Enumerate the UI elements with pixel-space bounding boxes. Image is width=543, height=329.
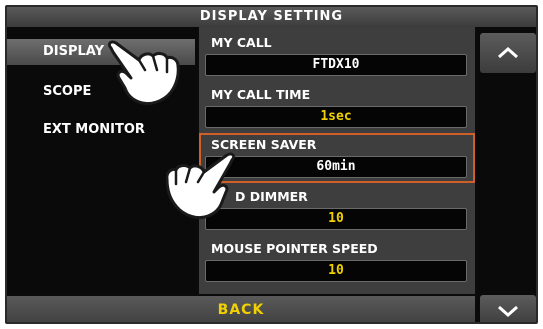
setting-value[interactable]: 1sec	[205, 106, 467, 128]
setting-my-call-time[interactable]: MY CALL TIME 1sec	[199, 85, 475, 135]
scroll-down-button[interactable]	[480, 295, 536, 322]
chevron-up-icon	[498, 47, 518, 59]
setting-value[interactable]: 60min	[205, 156, 467, 178]
setting-screen-saver[interactable]: SCREEN SAVER 60min	[199, 133, 475, 183]
back-button[interactable]: BACK	[7, 296, 475, 322]
setting-label: MOUSE POINTER SPEED	[211, 241, 378, 256]
pointing-hand-icon	[166, 152, 236, 220]
page-title: DISPLAY SETTING	[7, 7, 536, 27]
scroll-up-button[interactable]	[480, 33, 536, 73]
setting-value[interactable]: FTDX10	[205, 54, 467, 76]
setting-my-call[interactable]: MY CALL FTDX10	[199, 33, 475, 83]
setting-dimmer[interactable]: D DIMMER 10	[199, 187, 475, 237]
display-screen: DISPLAY SETTING DISPLAY SCOPE EXT MONITO…	[5, 5, 538, 324]
setting-mouse-pointer-speed[interactable]: MOUSE POINTER SPEED 10	[199, 239, 475, 289]
radio-bezel: DISPLAY SETTING DISPLAY SCOPE EXT MONITO…	[0, 0, 543, 329]
chevron-down-icon	[498, 305, 518, 317]
settings-list: MY CALL FTDX10 MY CALL TIME 1sec SCREEN …	[199, 27, 475, 294]
sidebar-item-ext-monitor[interactable]: EXT MONITOR	[7, 117, 195, 143]
setting-label: MY CALL TIME	[211, 87, 311, 102]
setting-value[interactable]: 10	[205, 208, 467, 230]
pointing-hand-icon	[107, 40, 180, 106]
setting-label: MY CALL	[211, 35, 272, 50]
setting-value[interactable]: 10	[205, 260, 467, 282]
scroll-column	[477, 27, 536, 322]
setting-label: D DIMMER	[235, 189, 308, 204]
